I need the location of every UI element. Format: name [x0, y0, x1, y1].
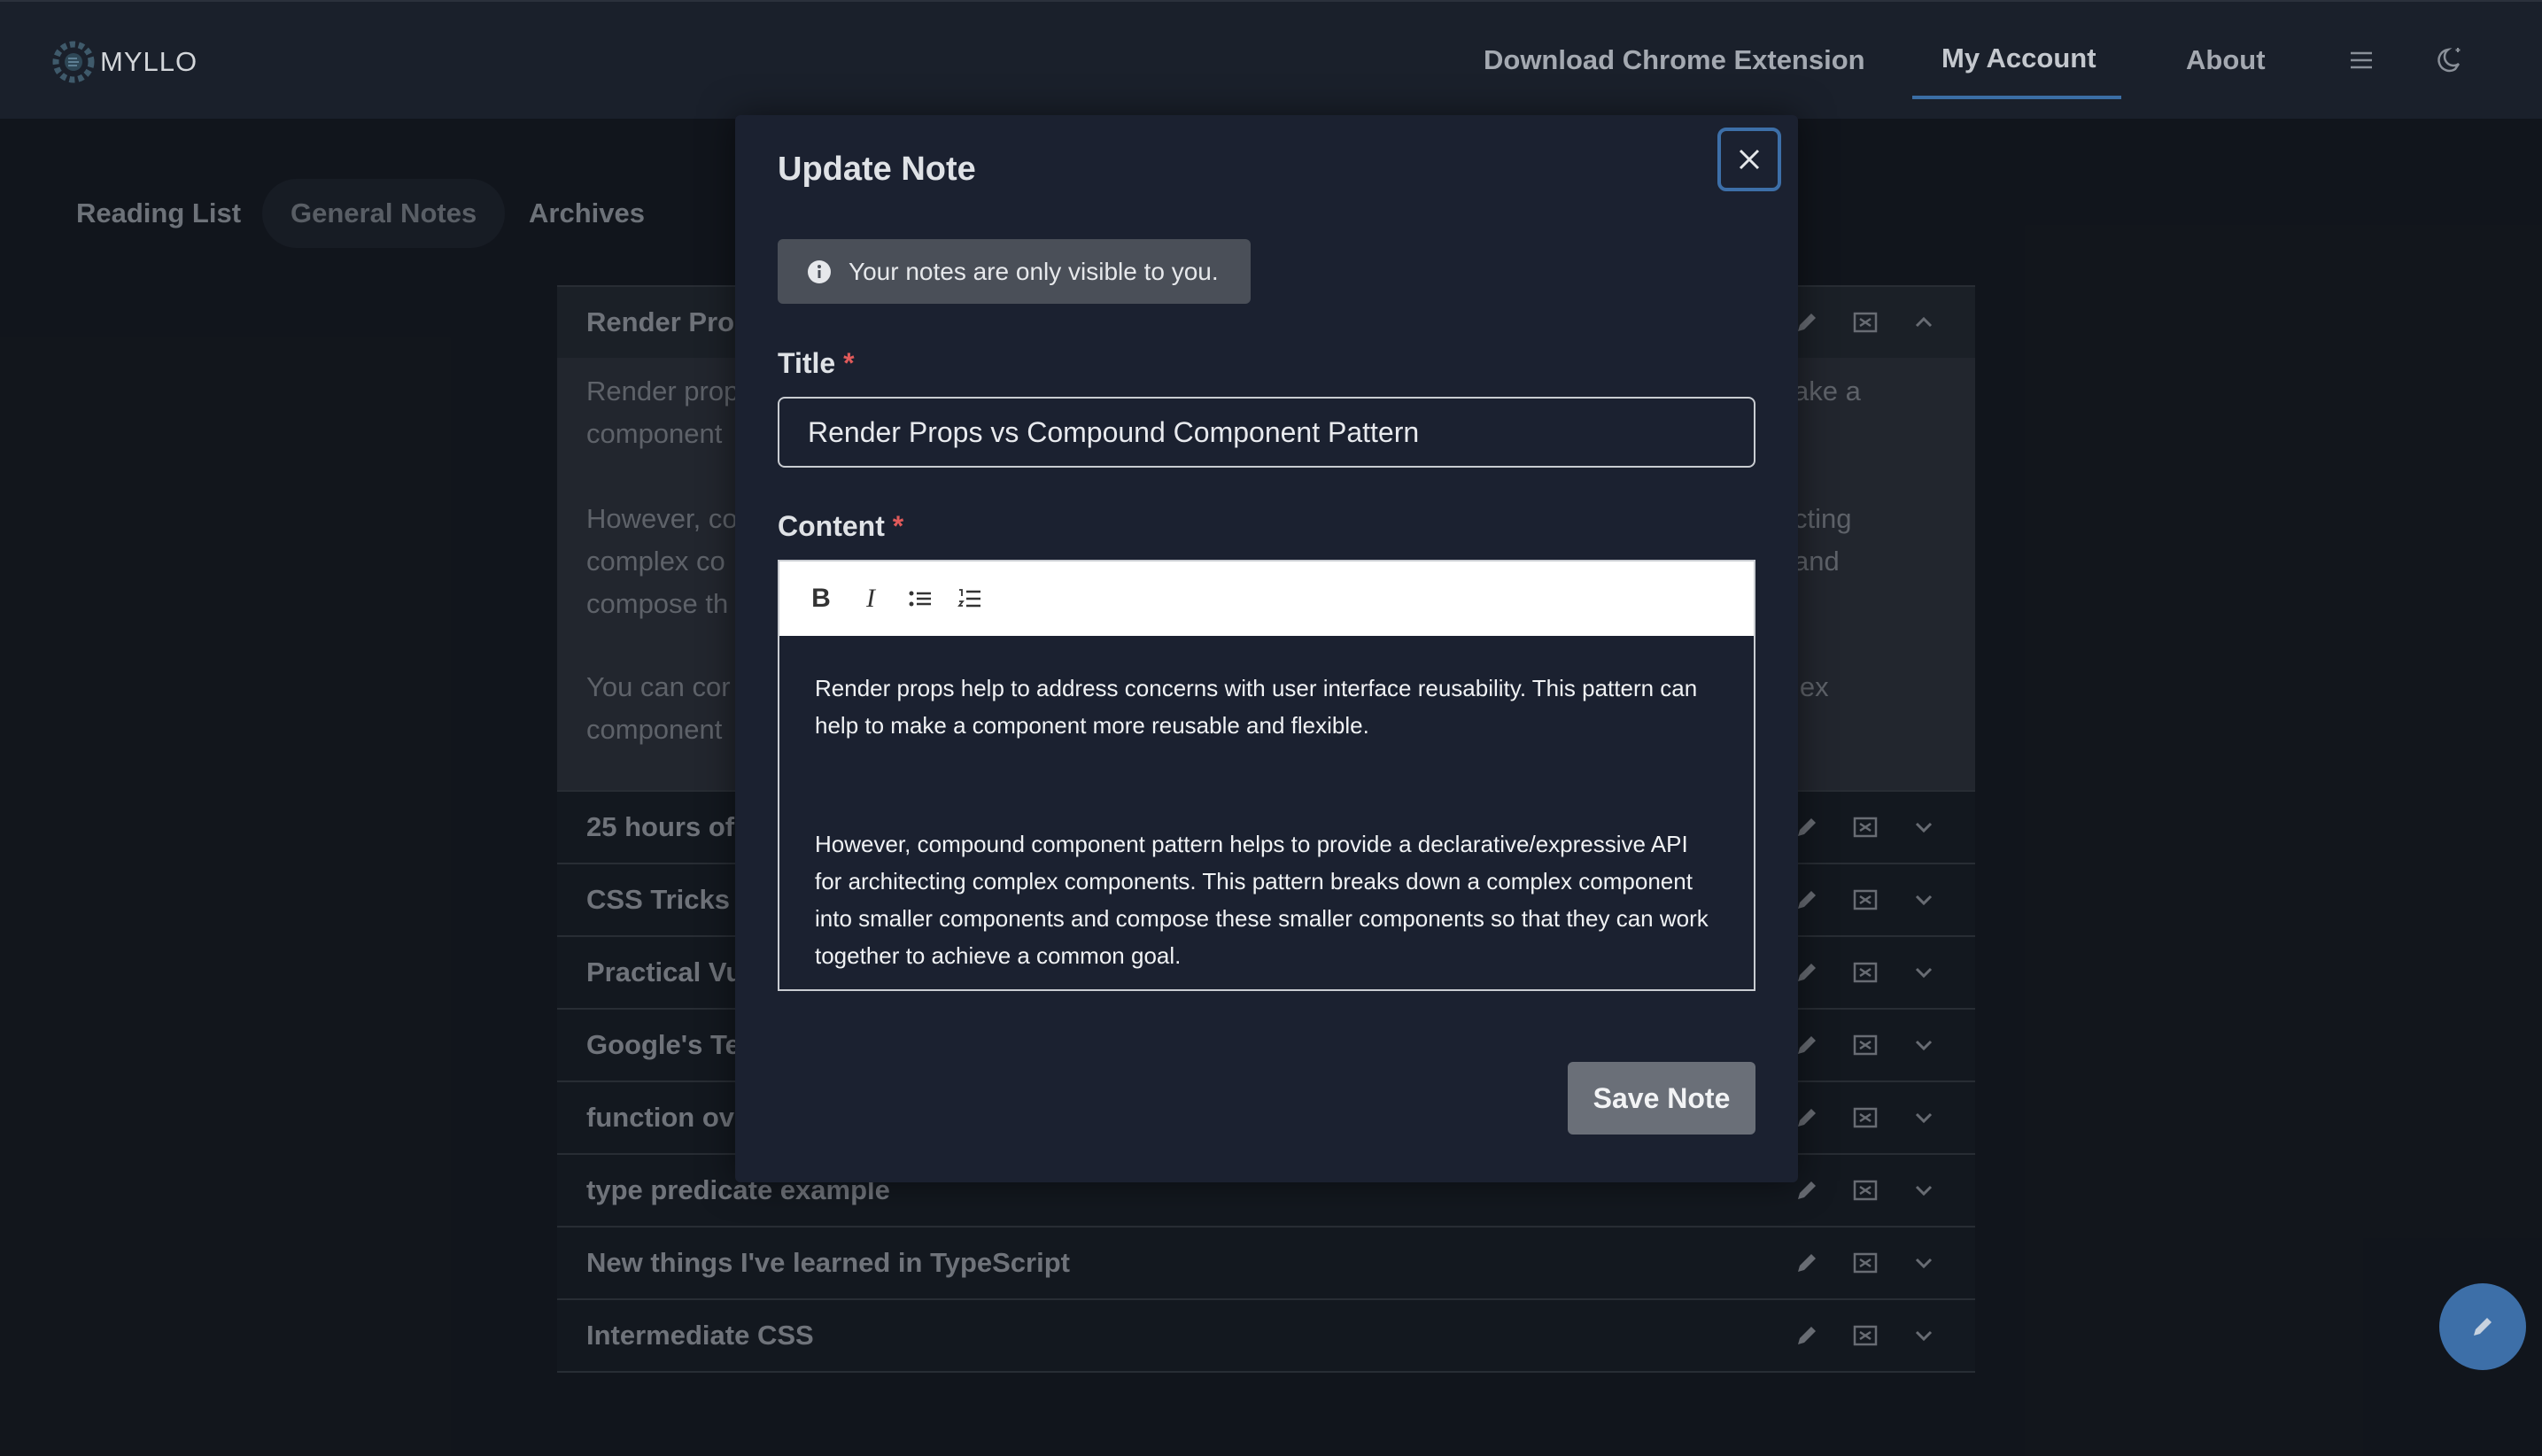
- logo[interactable]: MYLLO: [49, 37, 198, 87]
- modal-title: Update Note: [778, 151, 976, 188]
- new-note-button[interactable]: [2439, 1283, 2526, 1370]
- logo-text: MYLLO: [100, 46, 198, 77]
- my-account-link[interactable]: My Account: [1941, 43, 2096, 74]
- close-button[interactable]: [1717, 128, 1781, 191]
- hamburger-menu-icon[interactable]: [2344, 43, 2379, 78]
- content-label: Content *: [778, 510, 904, 542]
- active-nav-indicator: [1912, 96, 2121, 99]
- bullet-list-button[interactable]: [905, 584, 935, 614]
- close-icon: [1739, 149, 1760, 170]
- logo-icon: [52, 41, 95, 83]
- info-text: Your notes are only visible to you.: [849, 257, 1219, 285]
- pencil-icon: [2474, 1318, 2492, 1336]
- content-paragraph: However, compound component pattern help…: [815, 831, 1709, 969]
- italic-button[interactable]: I: [856, 584, 886, 614]
- info-icon: [808, 259, 831, 283]
- bullet-list-icon: [909, 591, 931, 607]
- numbered-list-icon: [957, 589, 980, 608]
- about-link[interactable]: About: [2186, 44, 2266, 76]
- title-label: Title *: [778, 347, 855, 379]
- title-input[interactable]: [778, 397, 1755, 468]
- navbar: MYLLO Download Chrome Extension My Accou…: [0, 0, 2542, 119]
- editor-toolbar: B I: [779, 561, 1754, 636]
- save-note-button[interactable]: Save Note: [1568, 1062, 1755, 1135]
- bold-button[interactable]: B: [806, 584, 836, 614]
- dark-mode-toggle-icon[interactable]: [2432, 43, 2468, 78]
- update-note-modal: Update Note Your notes are only visible …: [735, 115, 1798, 1182]
- editor-content-area[interactable]: Render props help to address concerns wi…: [779, 636, 1754, 989]
- download-extension-link[interactable]: Download Chrome Extension: [1484, 44, 1865, 76]
- content-paragraph: Render props help to address concerns wi…: [815, 675, 1698, 739]
- content-editor: B I Render props help to address concern…: [778, 560, 1755, 991]
- numbered-list-button[interactable]: [955, 584, 985, 614]
- privacy-info-banner: Your notes are only visible to you.: [778, 239, 1251, 304]
